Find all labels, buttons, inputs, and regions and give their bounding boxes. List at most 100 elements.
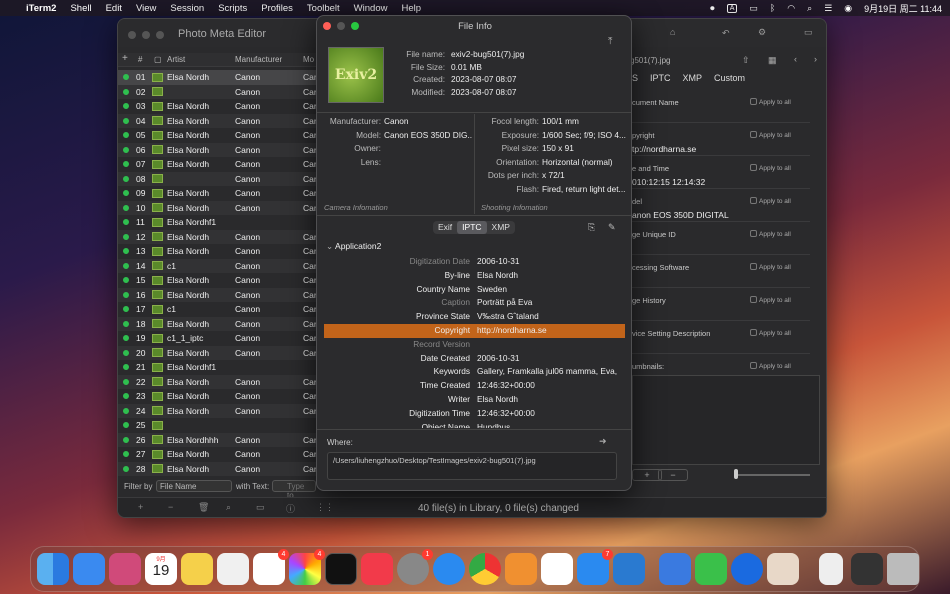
trash-icon[interactable]: 🗑 <box>198 502 209 513</box>
table-row[interactable]: 07 Elsa Nordh Canon Car <box>118 157 317 172</box>
meta-tab-xmp[interactable]: XMP <box>683 73 703 83</box>
menu-help[interactable]: Help <box>401 3 421 14</box>
iptc-row[interactable]: Date Created 2006-10-31 <box>324 352 625 366</box>
vscode-icon[interactable] <box>613 553 645 585</box>
search-file-icon[interactable]: ⌕ <box>226 502 231 513</box>
apply-all-checkbox[interactable]: Apply to all <box>750 230 791 238</box>
bluetooth-icon[interactable]: ᛒ <box>770 3 775 13</box>
table-row[interactable]: 03 Elsa Nordh Canon Car <box>118 99 317 114</box>
meta-tab-iptc[interactable]: IPTC <box>650 73 671 83</box>
table-row[interactable]: 17 c1 Canon Car <box>118 302 317 317</box>
iterm-icon[interactable] <box>325 553 357 585</box>
add-column-button[interactable]: + <box>122 53 128 64</box>
table-row[interactable]: 10 Elsa Nordh Canon Car <box>118 200 317 215</box>
meta-field-input[interactable] <box>632 111 810 123</box>
iptc-row[interactable]: Caption Porträtt på Eva <box>324 296 625 310</box>
photos-icon[interactable]: 4 <box>289 549 325 585</box>
menu-view[interactable]: View <box>136 3 156 14</box>
export-icon[interactable]: ⤒ <box>608 36 612 47</box>
lock-icon[interactable]: ⇧ <box>742 55 750 66</box>
sidebar-toggle-icon[interactable]: ▭ <box>804 27 813 38</box>
record-icon[interactable]: ⏺ <box>710 3 715 14</box>
zoom-slider[interactable] <box>734 474 810 476</box>
table-row[interactable]: 24 Elsa Nordh Canon Car <box>118 403 317 418</box>
appstore-icon[interactable]: 7 <box>577 549 613 585</box>
table-row[interactable]: 27 Elsa Nordh Canon Car <box>118 447 317 462</box>
table-row[interactable]: 16 Elsa Nordh Canon Car <box>118 287 317 302</box>
finder-icon[interactable] <box>37 553 69 585</box>
iptc-row[interactable]: Copyright http://nordharna.se <box>324 324 625 338</box>
table-row[interactable]: 08 Canon Car <box>118 171 317 186</box>
menu-session[interactable]: Session <box>170 3 204 14</box>
reminders-icon[interactable]: 4 <box>253 549 289 585</box>
col-mo[interactable]: Mo <box>303 55 314 64</box>
filter-text-input[interactable]: Type to <box>272 480 316 500</box>
reveal-icon[interactable]: ➜ <box>599 436 607 447</box>
table-row[interactable]: 11 Elsa Nordhf1 <box>118 215 316 230</box>
wifi-icon[interactable]: ◠ <box>787 3 795 14</box>
table-row[interactable]: 06 Elsa Nordh Canon Car <box>118 142 317 157</box>
table-row[interactable]: 04 Elsa Nordh Canon Car <box>118 113 317 128</box>
apply-all-checkbox[interactable]: Apply to all <box>750 131 791 139</box>
menu-edit[interactable]: Edit <box>106 3 122 14</box>
meta-tab-s[interactable]: S <box>632 73 638 83</box>
menu-profiles[interactable]: Profiles <box>261 3 293 14</box>
back-icon[interactable]: ↶ <box>722 28 730 39</box>
maps-pin-icon[interactable] <box>731 553 763 585</box>
meta-field-input[interactable] <box>632 243 810 255</box>
mail-icon[interactable] <box>73 553 105 585</box>
safari-icon[interactable] <box>433 553 465 585</box>
apply-all-checkbox[interactable]: Apply to all <box>750 362 791 370</box>
apply-all-checkbox[interactable]: Apply to all <box>750 164 791 172</box>
col-artist[interactable]: Artist <box>167 55 185 64</box>
iptc-row[interactable]: Province State V‰stra Gˆtaland <box>324 310 625 324</box>
table-row[interactable]: 18 Elsa Nordh Canon Car <box>118 316 317 331</box>
table-row[interactable]: 20 Elsa Nordh Canon Car <box>118 345 317 360</box>
apply-all-checkbox[interactable]: Apply to all <box>750 197 791 205</box>
filter-select[interactable]: File Name <box>156 480 232 492</box>
calendar-icon[interactable]: ▦ <box>768 55 777 66</box>
table-row[interactable]: 14 c1 Canon Car <box>118 258 317 273</box>
tag-icon[interactable]: ⌂ <box>670 27 675 37</box>
fi-tab-iptc[interactable]: IPTC <box>457 221 487 234</box>
meta-field-input[interactable]: tp://nordharna.se <box>632 144 810 156</box>
iptc-row[interactable]: Object Name Hundbus <box>324 421 625 428</box>
calendar-app-icon[interactable]: 9月 19 <box>145 553 177 585</box>
table-row[interactable]: 09 Elsa Nordh Canon Car <box>118 186 317 201</box>
col-num[interactable]: # <box>138 55 142 64</box>
grid-icon[interactable]: ⋮⋮ <box>316 502 334 513</box>
table-row[interactable]: 21 Elsa Nordhf1 <box>118 360 316 375</box>
prev-icon[interactable]: ‹ <box>794 54 797 64</box>
table-row[interactable]: 19 c1_1_iptc Canon Car <box>118 331 317 346</box>
remove-file-icon[interactable]: − <box>168 502 173 512</box>
trash-dock-icon[interactable] <box>887 553 919 585</box>
iptc-row[interactable]: Record Version <box>324 338 625 352</box>
menu-iterm2[interactable]: iTerm2 <box>26 3 56 14</box>
search-icon[interactable]: ⌕ <box>807 3 812 14</box>
table-row[interactable]: 25 <box>118 418 316 433</box>
zoom-slider-knob[interactable] <box>734 469 738 479</box>
table-row[interactable]: 05 Elsa Nordh Canon Car <box>118 128 317 143</box>
document-icon[interactable] <box>819 553 843 585</box>
apply-all-checkbox[interactable]: Apply to all <box>750 296 791 304</box>
col-thumb[interactable]: ▢ <box>154 55 162 64</box>
close-button[interactable] <box>128 31 136 39</box>
xcode-icon[interactable] <box>659 553 691 585</box>
books-icon[interactable] <box>505 553 537 585</box>
table-row[interactable]: 26 Elsa Nordhhh Canon Car <box>118 432 317 447</box>
minimize-button[interactable] <box>142 31 150 39</box>
table-row[interactable]: 15 Elsa Nordh Canon Car <box>118 273 317 288</box>
apply-all-checkbox[interactable]: Apply to all <box>750 329 791 337</box>
table-row[interactable]: 12 Elsa Nordh Canon Car <box>118 229 317 244</box>
datetime[interactable]: 9月19日 周二 11:44 <box>864 2 942 15</box>
apply-all-checkbox[interactable]: Apply to all <box>750 263 791 271</box>
iptc-row[interactable]: Time Created 12:46:32+00:00 <box>324 379 625 393</box>
meta-field-input[interactable]: anon EOS 350D DIGITAL <box>632 210 810 222</box>
system-settings-icon[interactable]: 1 <box>397 549 433 585</box>
menu-window[interactable]: Window <box>354 3 388 14</box>
typora-icon[interactable] <box>541 553 573 585</box>
folder-icon[interactable]: ▭ <box>256 502 265 513</box>
facetime-icon[interactable] <box>695 553 727 585</box>
iptc-row[interactable]: Digitization Time 12:46:32+00:00 <box>324 407 625 421</box>
add-file-icon[interactable]: + <box>138 502 143 512</box>
